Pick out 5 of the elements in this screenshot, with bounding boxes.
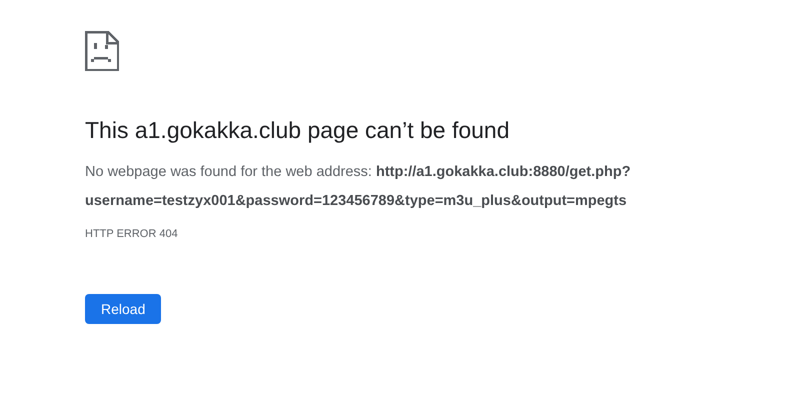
reload-button[interactable]: Reload <box>85 294 162 324</box>
error-title: This a1.gokakka.club page can’t be found <box>85 117 510 144</box>
sad-page-icon <box>85 31 119 71</box>
error-message: No webpage was found for the web address: http://a1.gokakka.club:8880/get.php?username=testzyx001&password=123456789&type=m3u_plus&output=mpegts <box>85 163 632 211</box>
error-code: HTTP ERROR 404 <box>85 228 178 240</box>
